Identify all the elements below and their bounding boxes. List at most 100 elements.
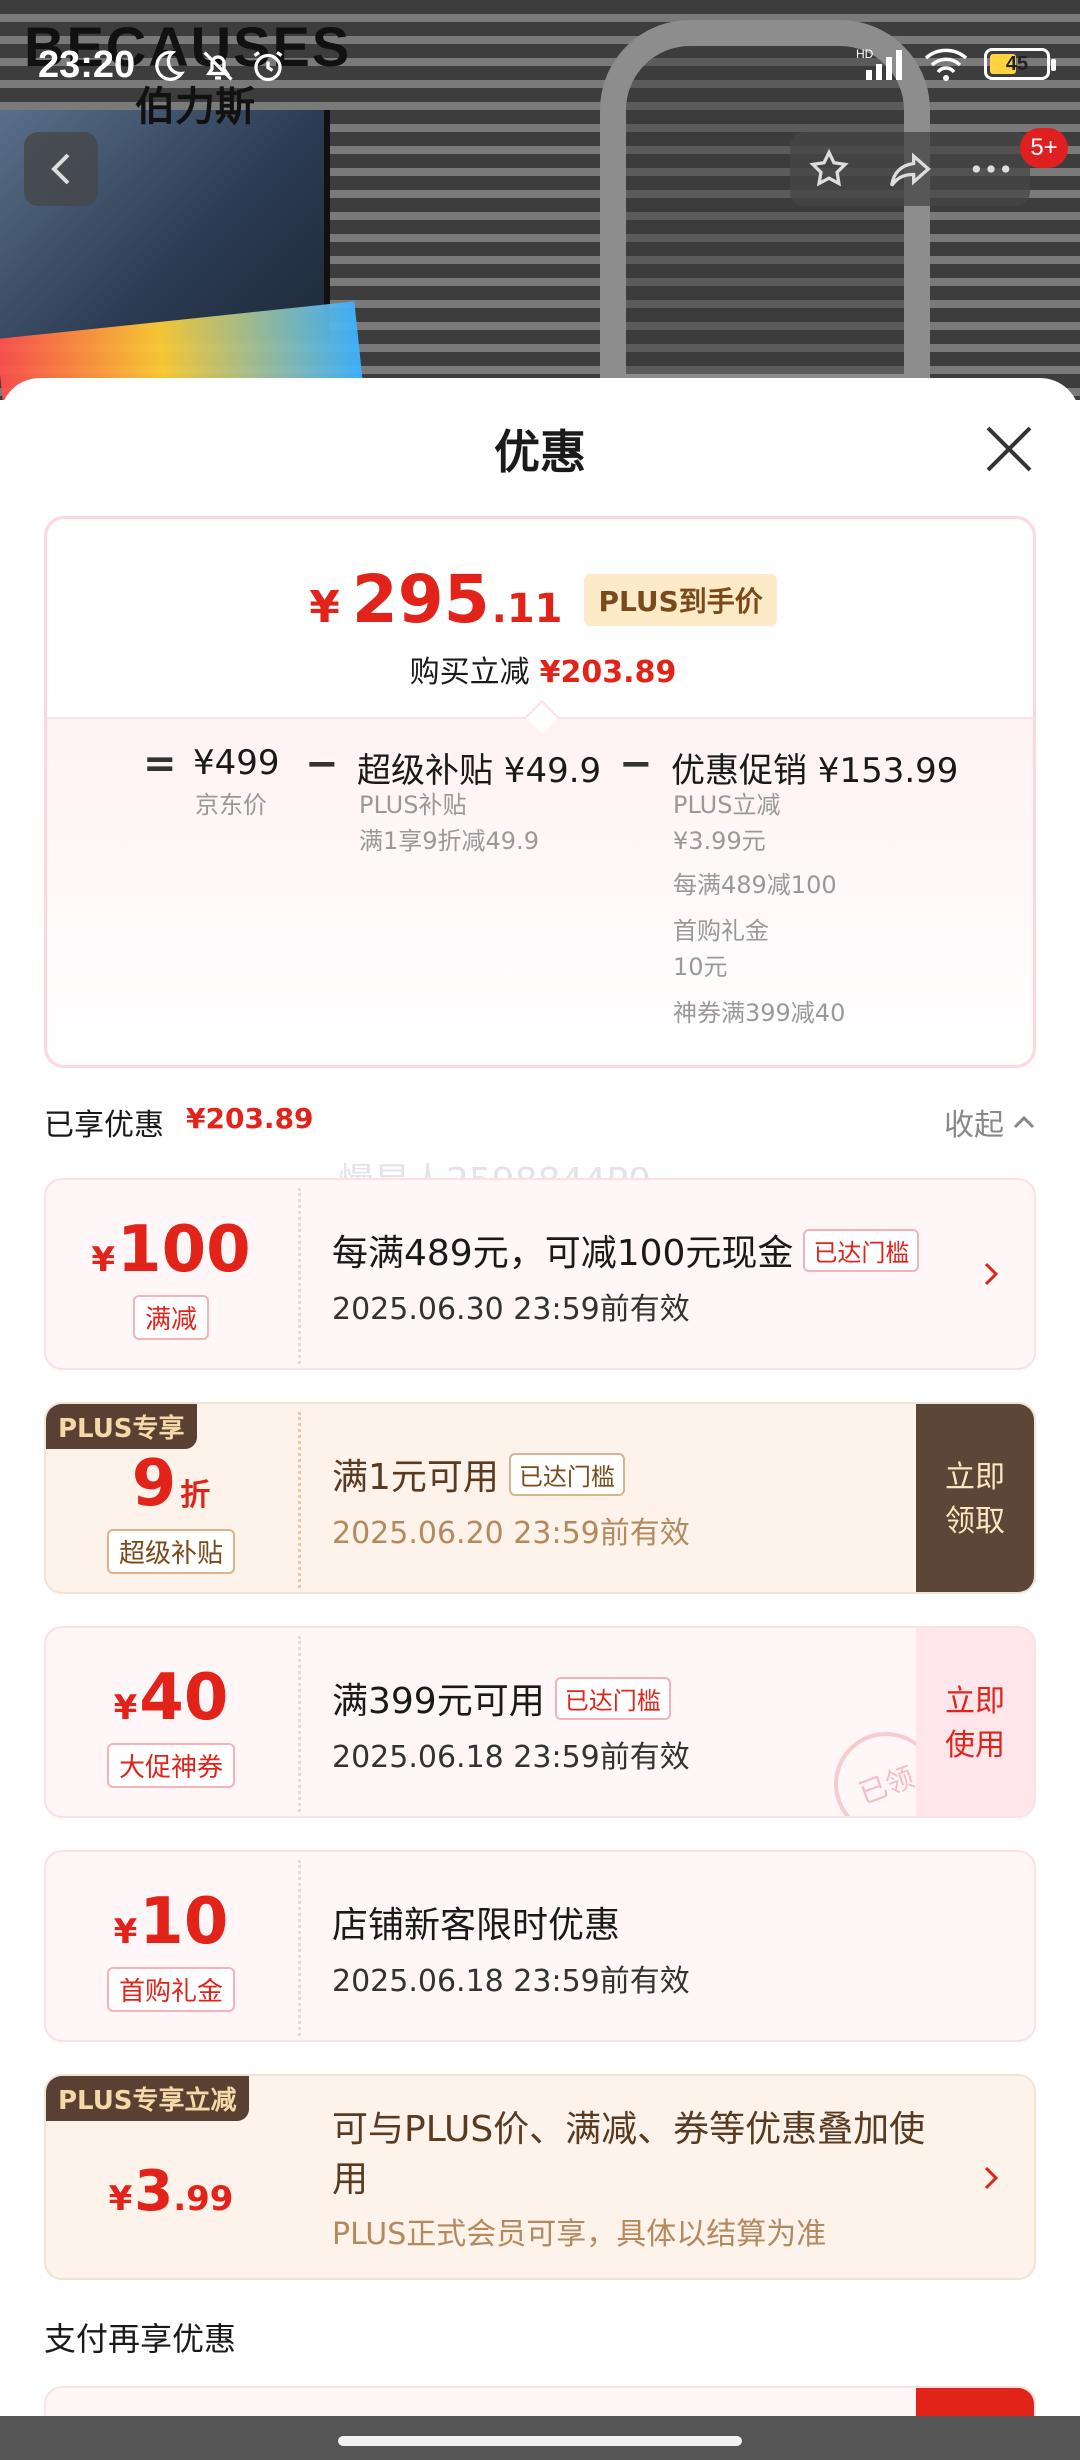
coupon-validity: 2025.06.18 23:59前有效 [332,1964,690,1999]
coupon-amount: ¥ 3 .99 [109,2159,234,2224]
bell-off-icon [203,51,233,81]
coupon-number: 3 [134,2158,174,2224]
final-price-integer: 295 [351,561,490,638]
home-indicator[interactable] [338,2436,742,2446]
saved-line: 购买立减 ¥203.89 [47,647,1033,691]
coupon-card[interactable]: PLUS专享立减 ¥ 3 .99 可与PLUS价、满减、券等优惠叠加使用 PLU… [44,2074,1036,2280]
coupon-currency: ¥ [108,2178,133,2219]
base-price: ¥499 [193,743,280,783]
equals-sign: = [143,741,177,787]
claim-now-button[interactable]: 立即领取 [916,1404,1034,1592]
coupon-currency: ¥ [113,1687,138,1728]
promo-item: PLUS立减 [673,791,781,819]
coupon-card[interactable]: PLUS专享 9 折 超级补贴 满1元可用 已达门槛 2025.06.20 23… [44,1402,1036,1594]
coupon-title-row: 满399元可用 已达门槛 [332,1672,690,1724]
coupon-details: 店铺新客限时优惠 2025.06.18 23:59前有效 [332,1852,690,2040]
coupon-amount: ¥ 100 [91,1213,250,1287]
coupon-separator [298,1860,301,2036]
saved-label: 购买立减 [409,655,530,690]
coupon-title-row: 店铺新客限时优惠 [332,1896,690,1948]
back-button[interactable] [24,132,98,206]
enjoyed-label: 已享优惠 [44,1108,164,1143]
coupon-value: ¥ 10 首购礼金 [46,1852,296,2040]
coupon-currency: ¥ [91,1239,116,1280]
coupon-validity: 2025.06.18 23:59前有效 [332,1740,690,1775]
coupon-validity: 2025.06.30 23:59前有效 [332,1292,690,1327]
coupon-validity: 2025.06.20 23:59前有效 [332,1516,690,1551]
chevron-left-icon [51,153,70,185]
coupon-card[interactable]: ¥ 100 满减 每满489元，可减100元现金 已达门槛 2025.06.30… [44,1178,1036,1370]
coupon-decimal: .99 [173,2178,234,2219]
use-now-button[interactable]: 立即使用 [916,1628,1034,1816]
promo-item: 每满489减100 [673,871,837,899]
status-time: 23:20 [38,44,136,86]
coupon-type-tag: 大促神券 [106,1742,235,1788]
coupon-amount: ¥ 40 [114,1661,229,1735]
coupon-amount: ¥ 10 [114,1885,229,1959]
coupon-value: ¥ 40 大促神券 [46,1628,296,1816]
coupon-card[interactable]: ¥ 10 首购礼金 店铺新客限时优惠 2025.06.18 23:59前有效 [44,1850,1036,2042]
coupon-note: PLUS正式会员可享，具体以结算为准 [332,2217,827,2252]
enjoyed-amount: ¥203.89 [186,1102,314,1135]
network-type: HD [856,47,874,61]
threshold-badge: 已达门槛 [554,1676,671,1720]
final-price: ¥ 295 .11 PLUS到手价 [47,561,1033,638]
wifi-icon [924,48,968,81]
chevron-right-icon [984,2166,999,2190]
use-now-label: 立即使用 [945,1684,1005,1763]
share-icon[interactable] [886,147,934,191]
discount-sheet: 优惠 ¥ 295 .11 PLUS到手价 购买立减 ¥203.89 = ¥499 … [0,378,1080,2460]
collapse-label: 收起 [944,1108,1004,1143]
coupon-details: 满399元可用 已达门槛 2025.06.18 23:59前有效 [332,1628,690,1816]
price-summary-card: ¥ 295 .11 PLUS到手价 购买立减 ¥203.89 = ¥499 京东价… [44,516,1036,1068]
coupon-title: 满1元可用 [332,1457,499,1498]
coupon-number: 10 [139,1884,229,1959]
promo-title: 优惠促销 ¥153.99 [671,751,959,791]
coupon-title-row: 满1元可用 已达门槛 [332,1448,690,1500]
coupon-separator [298,1188,301,1364]
plus-price-tag: PLUS到手价 [584,573,777,626]
close-icon[interactable] [982,422,1036,476]
threshold-badge: 已达门槛 [508,1452,625,1496]
coupon-value: 9 折 超级补贴 [46,1404,296,1592]
status-icons-left [150,48,286,84]
battery-level: 45 [1005,52,1029,75]
enjoyed-discount-row: 已享优惠 ¥203.89 收起 [44,1100,1036,1150]
coupon-number: 100 [117,1212,251,1287]
minus-sign-2: − [619,741,653,787]
coupon-value: ¥ 100 满减 [46,1180,296,1368]
coupon-title: 满399元可用 [332,1681,545,1722]
promo-item: 神券满399减40 [673,999,846,1027]
coupon-details: 可与PLUS价、满减、券等优惠叠加使用 PLUS正式会员可享，具体以结算为准 [332,2076,952,2278]
star-icon[interactable] [807,147,851,191]
coupon-details: 满1元可用 已达门槛 2025.06.20 23:59前有效 [332,1404,690,1592]
subsidy-sub-1: PLUS补贴 [359,791,467,819]
promo-item: 首购礼金 [673,917,769,945]
sheet-title: 优惠 [494,425,586,479]
coupon-unit: 折 [180,1477,211,1513]
coupon-type-tag: 超级补贴 [106,1528,235,1574]
coupon-card[interactable]: ¥ 40 大促神券 满399元可用 已达门槛 2025.06.18 23:59前… [44,1626,1036,1818]
coupon-number: 9 [131,1446,177,1521]
chevron-right-icon [984,1262,999,1286]
coupon-title: 每满489元，可减100元现金 [332,1233,794,1274]
summary-notch [525,700,559,734]
nav-action-group [790,132,1030,206]
promo-item: 10元 [673,953,728,981]
notification-badge: 5+ [1020,128,1068,168]
coupon-title: 可与PLUS价、满减、券等优惠叠加使用 [332,2109,926,2200]
coupon-details: 每满489元，可减100元现金 已达门槛 2025.06.30 23:59前有效 [332,1180,920,1368]
coupon-type-tag: 满减 [132,1294,209,1340]
more-icon[interactable] [969,147,1013,191]
threshold-badge: 已达门槛 [803,1228,920,1272]
coupon-title: 店铺新客限时优惠 [332,1905,621,1946]
status-bar: 23:20 HD 45 [0,0,1080,130]
subsidy-title: 超级补贴 ¥49.9 [357,751,602,791]
moon-icon [155,50,185,81]
final-price-currency: ¥ [309,582,340,633]
battery-indicator: 45 [984,48,1056,80]
collapse-toggle[interactable]: 收起 [944,1100,1036,1144]
coupon-separator [298,1412,301,1588]
promo-item: ¥3.99元 [673,827,766,855]
coupon-type-tag: 首购礼金 [106,1966,235,2012]
